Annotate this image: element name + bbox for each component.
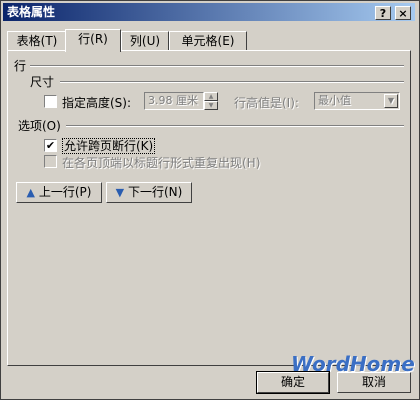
arrow-up-icon: ▲ [26,186,36,199]
cancel-button[interactable]: 取消 [337,372,411,393]
arrow-down-icon: ▼ [115,186,125,199]
height-mode-select[interactable]: 最小值 ▼ [314,92,400,110]
height-mode-label: 行高值是(I): [234,96,299,110]
check-icon: ✔ [45,139,56,152]
height-mode-value: 最小值 [318,94,351,107]
specify-height-checkbox[interactable] [44,95,57,108]
size-group-label: 尺寸 [30,75,55,89]
allow-break-label-wrap: 允许跨页断行(K) [62,137,156,154]
row-group-label: 行 [14,59,27,73]
tab-cell[interactable]: 单元格(E) [169,31,247,51]
specify-height-label: 指定高度(S): [62,96,132,110]
next-row-label: 下一行(N) [127,185,183,199]
tab-table[interactable]: 表格(T) [7,31,67,51]
height-spinner[interactable]: ▲ ▼ [204,92,218,110]
size-group-divider [60,81,404,83]
height-value-input[interactable]: 3.98 厘米 [144,92,204,110]
allow-break-checkbox[interactable]: ✔ [44,139,57,152]
options-group-label: 选项(O) [18,119,61,133]
options-group-divider [66,125,404,127]
tab-row[interactable]: 行(R) [65,29,121,52]
repeat-header-checkbox[interactable] [44,155,57,168]
table-properties-dialog: 表格属性 ? × 表格(T) 行(R) 列(U) 单元格(E) 行 尺寸 指定高… [0,0,420,400]
title-bar: 表格属性 ? × [3,3,415,21]
close-button[interactable]: × [395,6,411,20]
allow-break-label: 允许跨页断行(K) [62,138,156,154]
chevron-down-icon[interactable]: ▼ [384,94,398,108]
repeat-header-label: 在各页顶端以标题行形式重复出现(H) [62,156,261,170]
row-tab-panel: 行 尺寸 指定高度(S): 3.98 厘米 ▲ ▼ 行高值是(I): 最小值 ▼… [7,50,411,366]
previous-row-button[interactable]: ▲ 上一行(P) [16,182,102,203]
row-group-divider [30,65,404,67]
next-row-button[interactable]: ▼ 下一行(N) [106,182,192,203]
previous-row-label: 上一行(P) [38,185,92,199]
spin-up-icon[interactable]: ▲ [204,92,218,101]
help-button[interactable]: ? [375,6,391,20]
window-title: 表格属性 [7,5,56,19]
ok-button[interactable]: 确定 [256,371,330,394]
tab-column[interactable]: 列(U) [121,31,169,51]
spin-down-icon[interactable]: ▼ [204,101,218,110]
